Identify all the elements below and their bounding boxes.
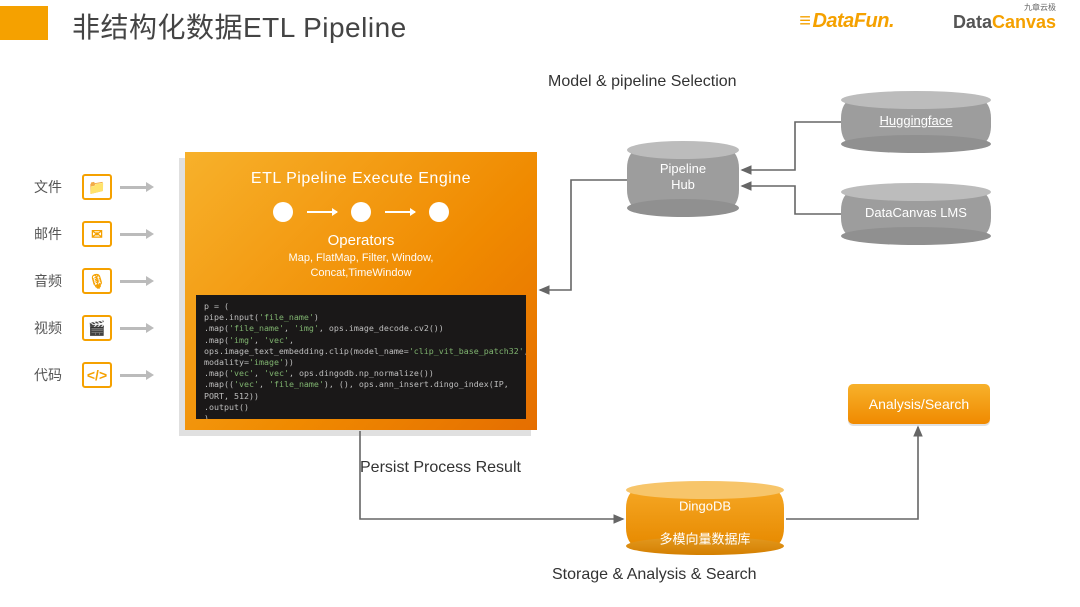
- input-code-label: 代码: [34, 365, 74, 385]
- node-analysis-search: Analysis/Search: [848, 384, 990, 424]
- mic-icon: 🎙: [82, 268, 112, 294]
- engine-title: ETL Pipeline Execute Engine: [185, 152, 537, 188]
- flow-edge-icon: [385, 211, 415, 213]
- arrow-icon: [120, 186, 148, 189]
- arrow-icon: [120, 233, 148, 236]
- node-pipeline-hub: Pipeline Hub: [627, 150, 739, 208]
- mail-icon: ✉: [82, 221, 112, 247]
- arrow-icon: [120, 374, 148, 377]
- operators-title: Operators: [185, 230, 537, 249]
- logo-datacanvas-right: Canvas: [992, 12, 1056, 32]
- operators-list: Map, FlatMap, Filter, Window, Concat,Tim…: [185, 249, 537, 287]
- engine-flow: [185, 188, 537, 230]
- input-video: 视频 🎬: [34, 307, 184, 349]
- input-audio: 音频 🎙: [34, 260, 184, 302]
- flow-node-icon: [273, 202, 293, 222]
- flow-node-icon: [429, 202, 449, 222]
- caption-persist-result: Persist Process Result: [360, 459, 521, 477]
- input-file-label: 文件: [34, 177, 74, 197]
- input-file: 文件 📁: [34, 166, 184, 208]
- folder-icon: 📁: [82, 174, 112, 200]
- etl-engine-card: ETL Pipeline Execute Engine Operators Ma…: [185, 152, 537, 430]
- caption-storage: Storage & Analysis & Search: [552, 566, 757, 584]
- node-dingodb-label: DingoDB 多模向量数据库: [626, 482, 784, 547]
- flow-edge-icon: [307, 211, 337, 213]
- node-huggingface: Huggingface: [841, 100, 991, 144]
- code-icon: </>: [82, 362, 112, 388]
- input-list: 文件 📁 邮件 ✉ 音频 🎙 视频 🎬 代码 </>: [34, 166, 184, 401]
- node-huggingface-label: Huggingface: [841, 113, 991, 129]
- logo-datafun: DataFun.: [799, 10, 894, 33]
- node-dingodb: DingoDB 多模向量数据库: [626, 490, 784, 546]
- input-mail-label: 邮件: [34, 224, 74, 244]
- input-audio-label: 音频: [34, 271, 74, 291]
- input-code: 代码 </>: [34, 354, 184, 396]
- logo-datacanvas: DataCanvas: [953, 12, 1056, 33]
- video-icon: 🎬: [82, 315, 112, 341]
- node-datacanvas-lms: DataCanvas LMS: [841, 192, 991, 236]
- flow-node-icon: [351, 202, 371, 222]
- logo-datacanvas-left: Data: [953, 12, 992, 32]
- dingodb-line2: 多模向量数据库: [659, 531, 750, 546]
- arrow-icon: [120, 327, 148, 330]
- arrow-icon: [120, 280, 148, 283]
- node-pipeline-hub-label: Pipeline Hub: [627, 161, 739, 194]
- input-video-label: 视频: [34, 318, 74, 338]
- caption-model-selection: Model & pipeline Selection: [548, 73, 737, 91]
- dingodb-line1: DingoDB: [679, 499, 731, 514]
- code-sample: p = ( pipe.input('file_name') .map('file…: [196, 295, 526, 419]
- node-lms-label: DataCanvas LMS: [841, 205, 991, 221]
- page-title: 非结构化数据ETL Pipeline: [72, 6, 407, 46]
- header-accent: [0, 6, 48, 40]
- input-mail: 邮件 ✉: [34, 213, 184, 255]
